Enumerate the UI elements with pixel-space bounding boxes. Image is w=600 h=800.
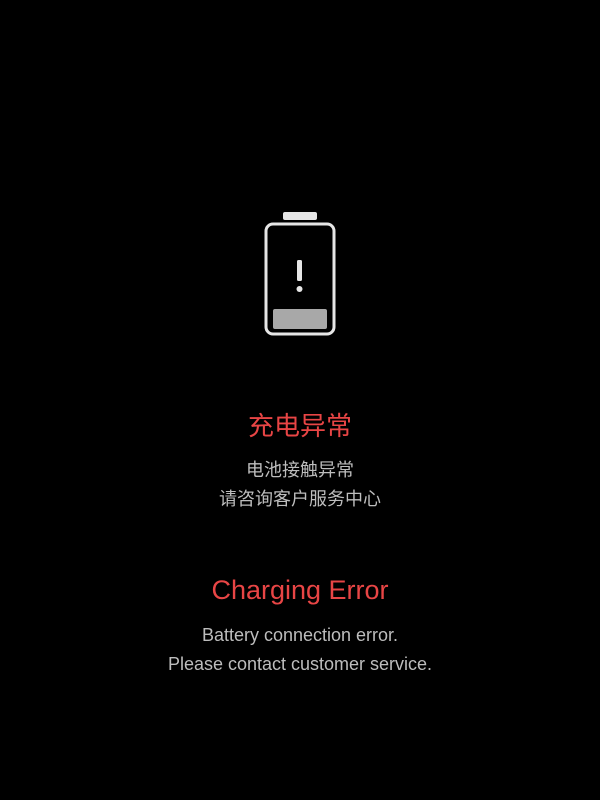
exclamation-mark-dot bbox=[296, 286, 303, 292]
exclamation-mark-stroke bbox=[297, 260, 302, 281]
english-error-message-line-1: Battery connection error. bbox=[201, 625, 399, 645]
battery-low-level-fill bbox=[273, 309, 327, 329]
battery-terminal bbox=[283, 212, 317, 220]
charging-error-screen: 充电异常 电池接触异常 请咨询客户服务中心 Charging Error Bat… bbox=[0, 0, 600, 800]
chinese-error-message-line-2: 请咨询客户服务中心 bbox=[219, 489, 381, 510]
chinese-error-title: 充电异常 bbox=[247, 412, 352, 442]
english-error-title: Charging Error bbox=[211, 575, 389, 605]
battery-warning-icon bbox=[264, 212, 336, 336]
chinese-error-message-line-1: 电池接触异常 bbox=[246, 460, 354, 481]
english-error-message-line-2: Please contact customer service. bbox=[167, 654, 433, 674]
